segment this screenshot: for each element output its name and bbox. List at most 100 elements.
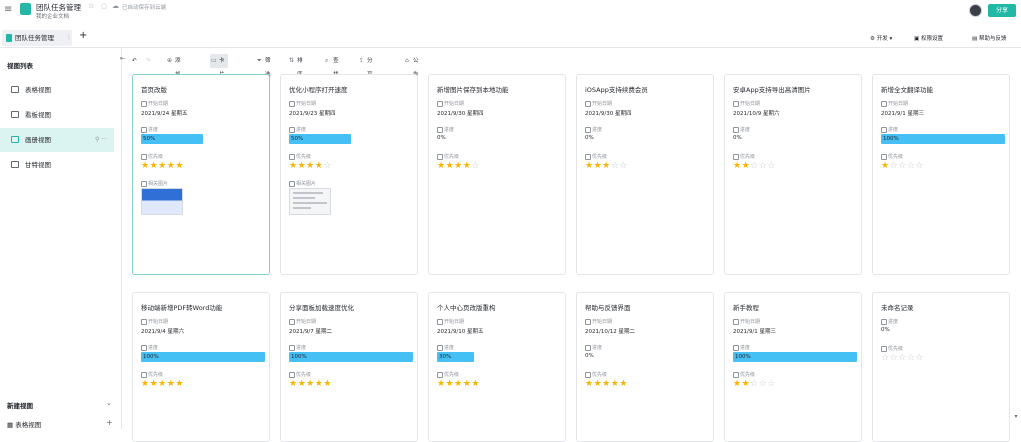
- star-empty-icon[interactable]: ☆: [915, 353, 924, 363]
- star-filled-icon[interactable]: ★: [602, 161, 611, 171]
- scroll-down-icon[interactable]: ▾: [1011, 413, 1021, 429]
- star-filled-icon[interactable]: ★: [733, 379, 742, 389]
- star-filled-icon[interactable]: ★: [175, 379, 184, 389]
- star-filled-icon[interactable]: ★: [437, 161, 446, 171]
- redo-icon[interactable]: ↷: [146, 54, 151, 68]
- dev-button[interactable]: ⚙ 开发 ▾: [870, 34, 892, 42]
- star-filled-icon[interactable]: ★: [585, 161, 594, 171]
- star-empty-icon[interactable]: ☆: [915, 161, 924, 171]
- star-filled-icon[interactable]: ★: [454, 161, 463, 171]
- attachment-thumbnail[interactable]: [141, 188, 183, 215]
- share-view-button[interactable]: ⇪分享视图: [358, 54, 373, 106]
- priority-rating[interactable]: ★★★★★: [141, 379, 184, 389]
- star-filled-icon[interactable]: ★: [150, 379, 159, 389]
- record-card[interactable]: 个人中心页改版重构 开始日期 2021/9/10 星期五 进度 30% 优先级 ★★★★★: [428, 292, 566, 442]
- star-empty-icon[interactable]: ☆: [898, 353, 907, 363]
- star-filled-icon[interactable]: ★: [742, 161, 751, 171]
- star-filled-icon[interactable]: ★: [150, 161, 159, 171]
- record-card[interactable]: 移动端新增PDF转Word功能 开始日期 2021/9/4 星期六 进度 100% 优先级…: [132, 292, 270, 442]
- find-button[interactable]: ⌕查找: [324, 54, 339, 78]
- chevron-down-icon[interactable]: ⌄: [106, 399, 112, 407]
- record-card[interactable]: 新手教程 开始日期 2021/9/1 星期三 进度 100% 优先级 ★★☆☆☆: [724, 292, 862, 442]
- add-tab-button[interactable]: +: [79, 30, 87, 41]
- record-card[interactable]: 帮助与反馈界面 开始日期 2021/10/12 星期二 进度 0% 优先级 ★★★★★: [576, 292, 714, 442]
- star-filled-icon[interactable]: ★: [619, 379, 628, 389]
- star-filled-icon[interactable]: ★: [742, 379, 751, 389]
- priority-rating[interactable]: ★★★☆☆: [585, 161, 628, 171]
- star-filled-icon[interactable]: ★: [446, 161, 455, 171]
- priority-rating[interactable]: ☆☆☆☆☆: [881, 353, 924, 363]
- record-card[interactable]: 新增全文翻译功能 开始日期 2021/9/1 星期三 进度 100% 优先级 ★☆☆☆☆: [872, 74, 1010, 275]
- star-empty-icon[interactable]: ☆: [890, 353, 899, 363]
- star-filled-icon[interactable]: ★: [141, 379, 150, 389]
- record-card[interactable]: 未命名记录 进度 0% 优先级 ☆☆☆☆☆: [872, 292, 1010, 442]
- more-icon[interactable]: ···: [101, 136, 107, 143]
- star-icon[interactable]: ☆: [88, 2, 97, 10]
- star-filled-icon[interactable]: ★: [471, 379, 480, 389]
- priority-rating[interactable]: ★☆☆☆☆: [881, 161, 924, 171]
- priority-rating[interactable]: ★★★★★: [585, 379, 628, 389]
- star-empty-icon[interactable]: ☆: [890, 161, 899, 171]
- star-filled-icon[interactable]: ★: [881, 161, 890, 171]
- sort-button[interactable]: ⇅排序: [288, 54, 303, 78]
- star-filled-icon[interactable]: ★: [306, 379, 315, 389]
- star-filled-icon[interactable]: ★: [585, 379, 594, 389]
- priority-rating[interactable]: ★★★★☆: [289, 161, 332, 171]
- star-filled-icon[interactable]: ★: [446, 379, 455, 389]
- workspace-name[interactable]: 我的企业文档: [36, 12, 69, 20]
- undo-icon[interactable]: ↶: [132, 54, 137, 68]
- priority-rating[interactable]: ★★★★★: [437, 379, 480, 389]
- help-button[interactable]: ▤ 帮助与反馈: [972, 34, 1006, 42]
- pin-icon[interactable]: ⚲: [95, 136, 99, 143]
- priority-rating[interactable]: ★★★★★: [141, 161, 184, 171]
- star-empty-icon[interactable]: ☆: [750, 379, 759, 389]
- record-card[interactable]: 分享面板加载速度优化 开始日期 2021/9/7 星期二 进度 100% 优先级 ★★★★★: [280, 292, 418, 442]
- add-view-icon[interactable]: +: [106, 418, 113, 427]
- add-record-button[interactable]: ⊕添加记录: [166, 54, 181, 106]
- sidebar-item-actions[interactable]: ⚲ ···: [95, 128, 107, 152]
- priority-rating[interactable]: ★★★★☆: [437, 161, 480, 171]
- star-empty-icon[interactable]: ☆: [750, 161, 759, 171]
- avatar[interactable]: [969, 4, 982, 17]
- star-filled-icon[interactable]: ★: [594, 161, 603, 171]
- record-card[interactable]: 首页改版 开始日期 2021/9/24 星期五 进度 50% 优先级 ★★★★★ 相关图片: [132, 74, 270, 275]
- star-filled-icon[interactable]: ★: [175, 161, 184, 171]
- permission-button[interactable]: ▣ 权限设置: [914, 34, 943, 42]
- star-empty-icon[interactable]: ☆: [471, 161, 480, 171]
- sidebar-item-kanban[interactable]: 看板视图: [0, 103, 114, 127]
- star-empty-icon[interactable]: ☆: [898, 161, 907, 171]
- star-empty-icon[interactable]: ☆: [619, 161, 628, 171]
- filter-button[interactable]: ⏷筛选: [256, 54, 271, 78]
- card-manage-button[interactable]: ▭卡片管理: [210, 54, 228, 106]
- star-filled-icon[interactable]: ★: [298, 161, 307, 171]
- record-card[interactable]: 优化小程序打开速度 开始日期 2021/9/23 星期四 进度 50% 优先级 ★★★★☆ 相…: [280, 74, 418, 275]
- star-filled-icon[interactable]: ★: [289, 379, 298, 389]
- record-card[interactable]: 安卓App支持导出高清图片 开始日期 2021/10/9 星期六 进度 0% 优先级 ★★☆…: [724, 74, 862, 275]
- info-icon[interactable]: ◌: [101, 2, 110, 10]
- new-table-view-item[interactable]: ▦ 表格视图: [7, 419, 41, 429]
- sidebar-item-gallery[interactable]: 画册视图 ⚲ ···: [0, 128, 114, 152]
- star-filled-icon[interactable]: ★: [306, 161, 315, 171]
- star-filled-icon[interactable]: ★: [289, 161, 298, 171]
- star-filled-icon[interactable]: ★: [733, 161, 742, 171]
- star-empty-icon[interactable]: ☆: [767, 379, 776, 389]
- star-filled-icon[interactable]: ★: [141, 161, 150, 171]
- tab-more-icon[interactable]: ⋮: [66, 30, 72, 46]
- star-filled-icon[interactable]: ★: [323, 379, 332, 389]
- priority-rating[interactable]: ★★☆☆☆: [733, 161, 776, 171]
- star-empty-icon[interactable]: ☆: [881, 353, 890, 363]
- collapse-sidebar-icon[interactable]: ⇤: [120, 55, 125, 62]
- record-card[interactable]: iOSApp支持续费会员 开始日期 2021/9/30 星期四 进度 0% 优先级 ★★★☆…: [576, 74, 714, 275]
- record-card[interactable]: 新增图片保存到本地功能 开始日期 2021/9/30 星期四 进度 0% 优先级 ★★★★☆: [428, 74, 566, 275]
- tab-team-tasks[interactable]: 团队任务管理 ⋮: [2, 30, 72, 46]
- star-filled-icon[interactable]: ★: [437, 379, 446, 389]
- star-filled-icon[interactable]: ★: [298, 379, 307, 389]
- share-button[interactable]: 分享: [988, 4, 1016, 17]
- priority-rating[interactable]: ★★☆☆☆: [733, 379, 776, 389]
- star-empty-icon[interactable]: ☆: [767, 161, 776, 171]
- attachment-thumbnail[interactable]: [289, 188, 331, 215]
- star-filled-icon[interactable]: ★: [158, 379, 167, 389]
- star-filled-icon[interactable]: ★: [602, 379, 611, 389]
- menu-icon[interactable]: ≡: [4, 4, 12, 15]
- priority-rating[interactable]: ★★★★★: [289, 379, 332, 389]
